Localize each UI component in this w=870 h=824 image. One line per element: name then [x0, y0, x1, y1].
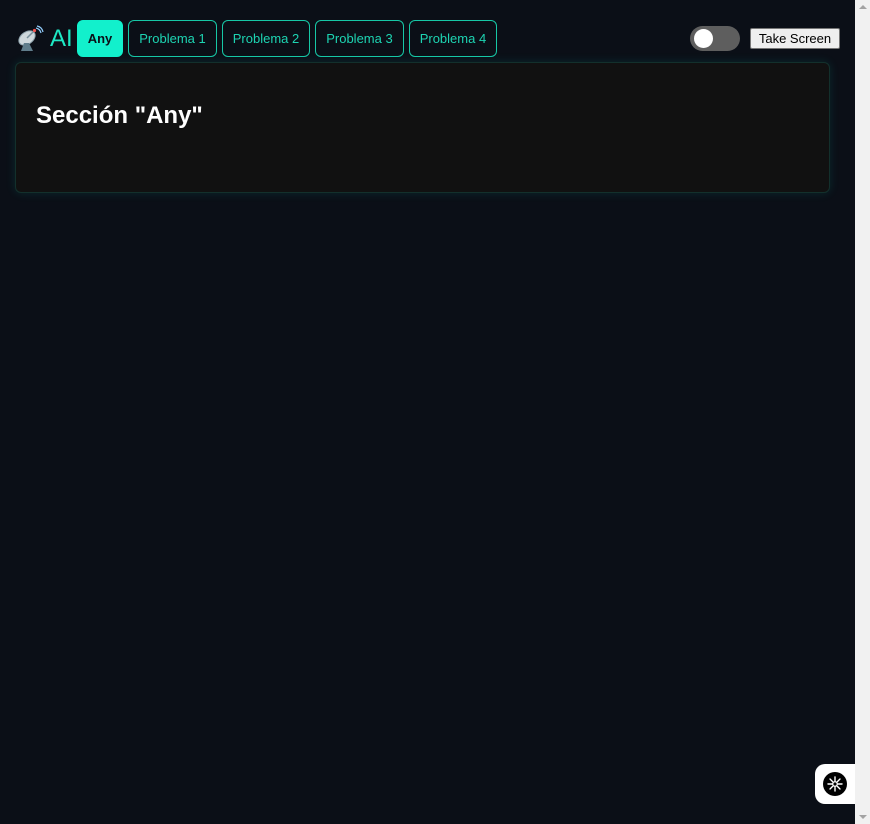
scroll-down-arrow-icon[interactable] [859, 815, 867, 819]
sparkle-icon [823, 772, 847, 796]
theme-toggle[interactable] [690, 26, 740, 51]
tab-any[interactable]: Any [76, 20, 124, 57]
toggle-knob [694, 29, 713, 48]
tab-problema-3[interactable]: Problema 3 [315, 20, 404, 57]
top-bar: AI Any Problema 1 Problema 2 Problema 3 … [16, 20, 502, 57]
tab-problema-2[interactable]: Problema 2 [221, 20, 311, 57]
section-panel: Sección "Any" [15, 62, 830, 193]
brand: AI [16, 25, 73, 53]
vertical-scrollbar[interactable] [855, 0, 870, 824]
tab-problema-1[interactable]: Problema 1 [128, 20, 217, 57]
satellite-dish-icon [16, 24, 44, 53]
take-screen-button[interactable]: Take Screen [750, 28, 840, 49]
app-viewport: AI Any Problema 1 Problema 2 Problema 3 … [0, 0, 855, 824]
brand-label: AI [50, 24, 73, 52]
assistant-fab[interactable] [815, 764, 855, 804]
section-title: Sección "Any" [36, 102, 203, 129]
scroll-up-arrow-icon[interactable] [859, 5, 867, 9]
tab-problema-4[interactable]: Problema 4 [408, 20, 498, 57]
